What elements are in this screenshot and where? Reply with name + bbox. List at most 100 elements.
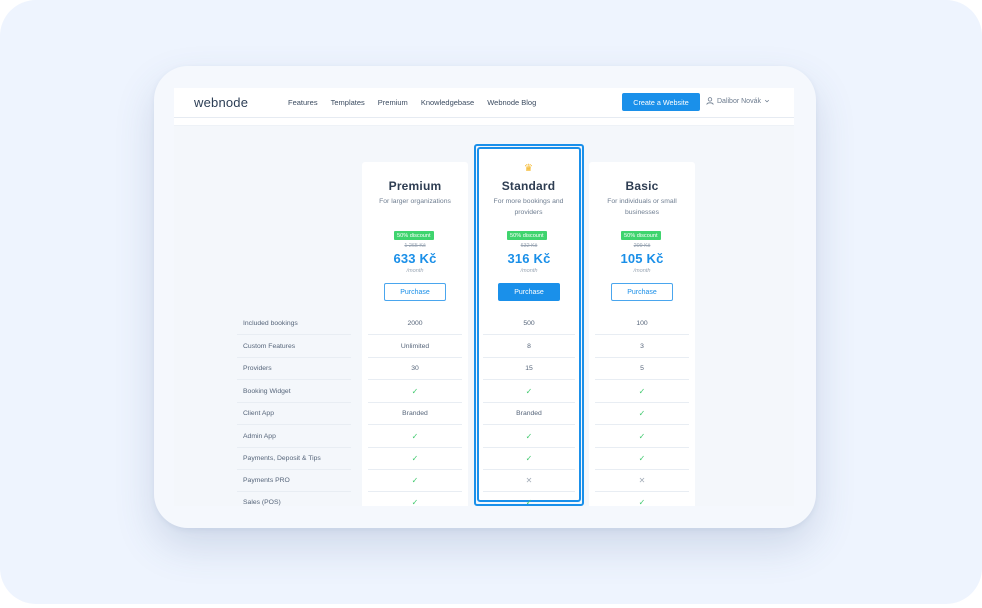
purchase-button-standard[interactable]: Purchase bbox=[498, 283, 560, 301]
plan-title: Basic bbox=[625, 179, 659, 193]
plan-title: Premium bbox=[388, 179, 442, 193]
check-icon: ✓ bbox=[638, 432, 646, 441]
cell-premium: Unlimited bbox=[400, 343, 430, 350]
check-icon: ✓ bbox=[411, 476, 419, 485]
row-divider bbox=[595, 424, 689, 425]
feature-label: Providers bbox=[243, 365, 272, 372]
row-divider bbox=[237, 334, 351, 335]
row-divider bbox=[368, 447, 462, 448]
user-name: Dalibor Novák bbox=[717, 97, 761, 105]
cell-basic: 5 bbox=[640, 365, 644, 372]
check-icon: ✓ bbox=[638, 498, 646, 506]
row-divider bbox=[595, 491, 689, 492]
cell-standard: Branded bbox=[516, 410, 542, 417]
nav-link-premium[interactable]: Premium bbox=[378, 98, 408, 107]
row-divider bbox=[595, 469, 689, 470]
check-icon: ✓ bbox=[411, 387, 419, 396]
cell-basic: 3 bbox=[640, 343, 644, 350]
feature-label: Payments PRO bbox=[243, 477, 290, 484]
crown-icon: ♛ bbox=[524, 163, 533, 174]
feature-label: Included bookings bbox=[243, 320, 298, 327]
plan-subtitle: For individuals or small businesses bbox=[607, 198, 677, 216]
purchase-button-premium[interactable]: Purchase bbox=[384, 283, 446, 301]
row-divider bbox=[483, 402, 575, 403]
user-icon bbox=[706, 97, 714, 105]
webnode-logo[interactable]: webnode bbox=[194, 95, 248, 110]
check-icon: ✓ bbox=[525, 432, 533, 441]
feature-label: Booking Widget bbox=[243, 388, 291, 395]
feature-label: Sales (POS) bbox=[243, 499, 281, 506]
row-divider bbox=[483, 491, 575, 492]
old-price: 209 Kč bbox=[633, 243, 651, 249]
feature-label: Payments, Deposit & Tips bbox=[243, 455, 321, 462]
nav-link-knowledgebase[interactable]: Knowledgebase bbox=[421, 98, 474, 107]
check-icon: ✓ bbox=[411, 432, 419, 441]
check-icon: ✓ bbox=[411, 454, 419, 463]
check-icon: ✓ bbox=[525, 498, 533, 506]
plan-header: Standard For more bookings and providers bbox=[479, 179, 578, 218]
price: 316 Kč bbox=[507, 251, 551, 266]
plan-title: Standard bbox=[501, 179, 556, 193]
check-icon: ✓ bbox=[525, 387, 533, 396]
row-divider bbox=[368, 424, 462, 425]
row-divider bbox=[483, 334, 575, 335]
sub-header-bar bbox=[174, 118, 794, 126]
cross-icon: ✕ bbox=[525, 476, 533, 485]
row-divider bbox=[595, 379, 689, 380]
feature-label: Client App bbox=[243, 410, 274, 417]
row-divider bbox=[368, 469, 462, 470]
plan-subtitle: For more bookings and providers bbox=[493, 198, 564, 216]
check-icon: ✓ bbox=[525, 454, 533, 463]
row-divider bbox=[483, 469, 575, 470]
row-divider bbox=[237, 424, 351, 425]
row-divider bbox=[237, 357, 351, 358]
discount-badge: 50% discount bbox=[507, 231, 547, 240]
feature-label: Custom Features bbox=[243, 343, 296, 350]
nav-link-features[interactable]: Features bbox=[288, 98, 318, 107]
row-divider bbox=[595, 447, 689, 448]
check-icon: ✓ bbox=[638, 454, 646, 463]
cell-standard: 500 bbox=[523, 320, 535, 327]
row-divider bbox=[483, 424, 575, 425]
plan-header: Premium For larger organizations bbox=[362, 179, 468, 208]
price: 633 Kč bbox=[393, 251, 437, 266]
check-icon: ✓ bbox=[638, 387, 646, 396]
row-divider bbox=[595, 357, 689, 358]
cross-icon: ✕ bbox=[638, 476, 646, 485]
purchase-button-basic[interactable]: Purchase bbox=[611, 283, 673, 301]
row-divider bbox=[368, 357, 462, 358]
nav-link-templates[interactable]: Templates bbox=[331, 98, 365, 107]
row-divider bbox=[237, 402, 351, 403]
cell-premium: 2000 bbox=[407, 320, 423, 327]
price: 105 Kč bbox=[620, 251, 664, 266]
discount-badge: 50% discount bbox=[621, 231, 661, 240]
row-divider bbox=[483, 447, 575, 448]
price-period: /month bbox=[633, 268, 651, 274]
nav-link-blog[interactable]: Webnode Blog bbox=[487, 98, 536, 107]
old-price: 632 Kč bbox=[520, 243, 538, 249]
row-divider bbox=[595, 334, 689, 335]
price-period: /month bbox=[520, 268, 538, 274]
user-menu[interactable]: Dalibor Novák bbox=[706, 97, 770, 105]
cell-standard: 15 bbox=[525, 365, 533, 372]
nav-links: Features Templates Premium Knowledgebase… bbox=[288, 98, 536, 107]
feature-label: Admin App bbox=[243, 433, 276, 440]
row-divider bbox=[595, 402, 689, 403]
check-icon: ✓ bbox=[638, 409, 646, 418]
plan-subtitle: For larger organizations bbox=[379, 198, 451, 205]
row-divider bbox=[368, 334, 462, 335]
cell-premium: 30 bbox=[411, 365, 419, 372]
create-website-button[interactable]: Create a Website bbox=[622, 93, 700, 111]
check-icon: ✓ bbox=[411, 498, 419, 506]
row-divider bbox=[237, 447, 351, 448]
row-divider bbox=[368, 379, 462, 380]
cell-basic: 100 bbox=[636, 320, 648, 327]
cell-premium: Branded bbox=[402, 410, 428, 417]
discount-badge: 50% discount bbox=[394, 231, 434, 240]
chevron-down-icon bbox=[764, 99, 770, 103]
row-divider bbox=[237, 379, 351, 380]
row-divider bbox=[368, 491, 462, 492]
top-navbar: webnode Features Templates Premium Knowl… bbox=[174, 88, 794, 118]
row-divider bbox=[483, 357, 575, 358]
price-period: /month bbox=[406, 268, 424, 274]
